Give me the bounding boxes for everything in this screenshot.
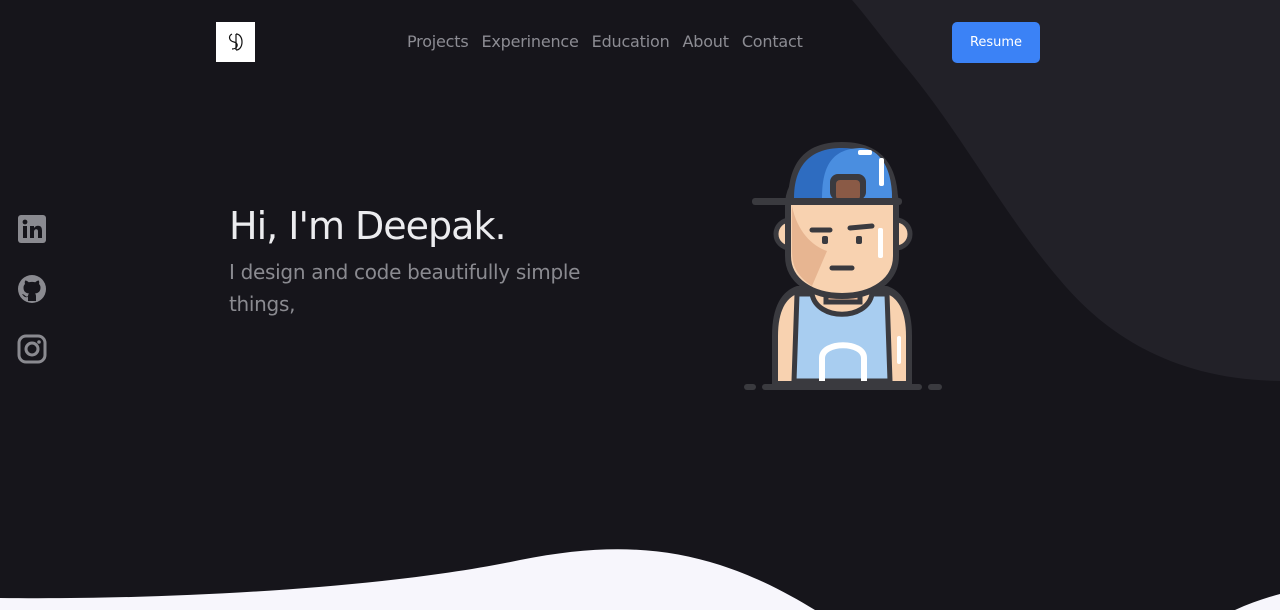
social-links (17, 214, 47, 394)
nav-contact[interactable]: Contact (742, 31, 803, 53)
github-icon[interactable] (17, 274, 47, 304)
nav-experience[interactable]: Experinence (481, 31, 578, 53)
instagram-icon[interactable] (17, 334, 47, 364)
nav-about[interactable]: About (683, 31, 730, 53)
linkedin-icon[interactable] (17, 214, 47, 244)
logo[interactable] (216, 22, 255, 62)
bottom-wave-shape (0, 549, 1280, 610)
main-nav: Projects Experinence Education About Con… (407, 31, 816, 53)
nav-projects[interactable]: Projects (407, 31, 469, 53)
background-shapes (0, 0, 1280, 610)
hero-title: Hi, I'm Deepak. (229, 204, 507, 248)
logo-icon (228, 33, 243, 51)
hero-subtitle: I design and code beautifully simple thi… (229, 260, 581, 316)
resume-button[interactable]: Resume (952, 22, 1040, 63)
nav-education[interactable]: Education (592, 31, 670, 53)
site-header: Projects Experinence Education About Con… (0, 0, 1280, 85)
avatar-illustration (744, 142, 942, 390)
